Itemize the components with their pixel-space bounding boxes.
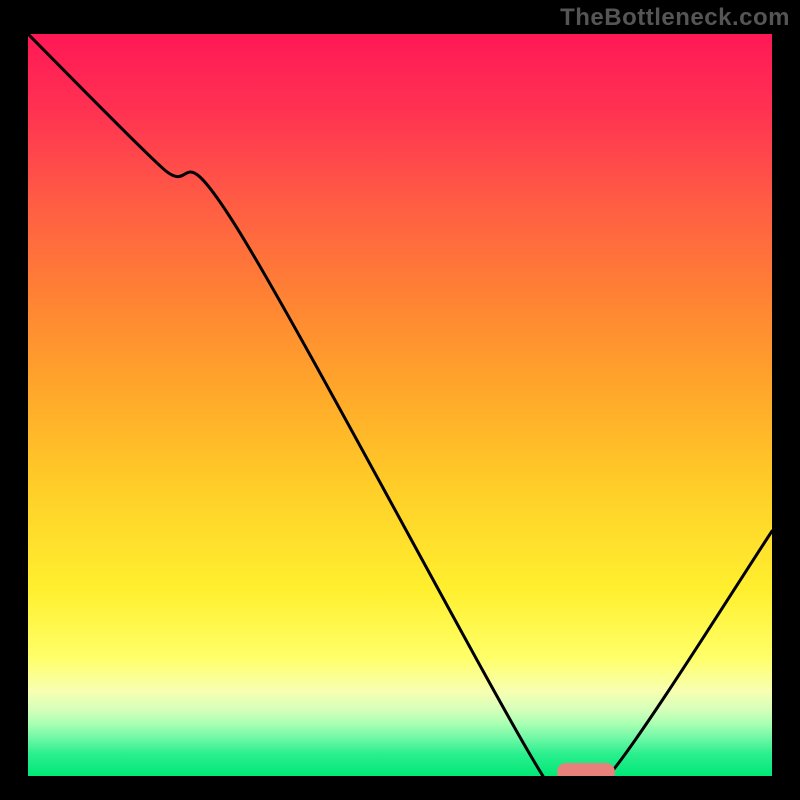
plot-area <box>28 34 772 776</box>
bottleneck-curve <box>28 34 772 776</box>
optimal-marker <box>557 763 615 776</box>
chart-frame: TheBottleneck.com <box>0 0 800 800</box>
attribution-text: TheBottleneck.com <box>560 4 790 32</box>
